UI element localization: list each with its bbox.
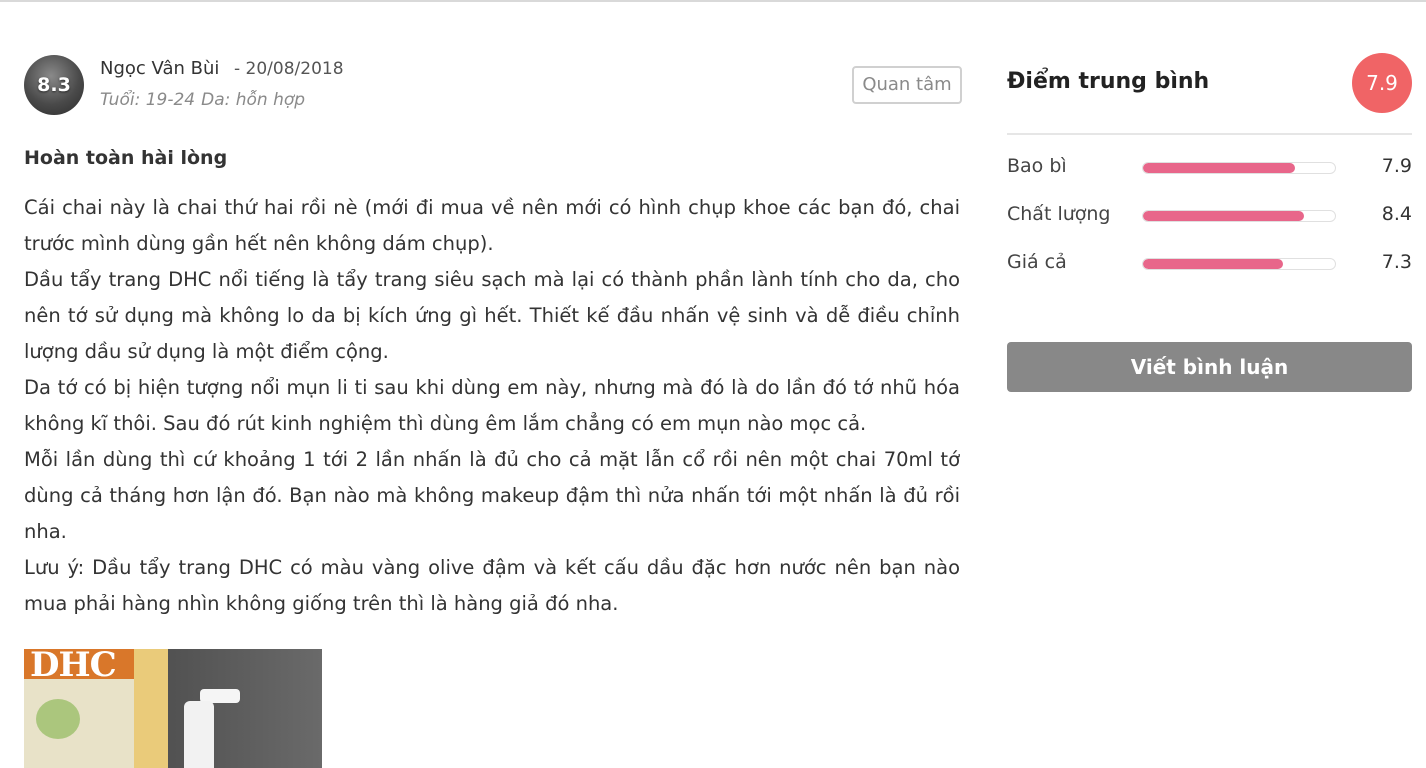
average-score-title: Điểm trung bình [1007,69,1210,94]
product-label-graphic [36,699,80,739]
top-divider [0,0,1426,2]
bottle [184,701,214,768]
average-score-badge: 7.9 [1352,53,1412,113]
criterion-label: Bao bì [1007,155,1067,177]
reviewer-skin-type: Da: hỗn hợp [201,90,306,110]
criterion-bar [1142,258,1336,270]
criterion-bar [1142,210,1336,222]
review-paragraph: Lưu ý: Dầu tẩy trang DHC có màu vàng oli… [24,556,960,615]
review-paragraph: Dầu tẩy trang DHC nổi tiếng là tẩy trang… [24,268,960,363]
criterion-bar-fill [1143,211,1305,221]
product-logo: DHC [30,649,117,685]
review-photo[interactable]: DHC [24,649,322,768]
reviewer-age: Tuổi: 19-24 [100,90,196,110]
criterion-label: Chất lượng [1007,203,1111,225]
criterion-bar [1142,162,1336,174]
write-review-button[interactable]: Viết bình luận [1007,342,1412,392]
criterion-price: Giá cả 7.3 [1007,249,1412,279]
criterion-quality: Chất lượng 8.4 [1007,201,1412,231]
criterion-value: 7.9 [1381,155,1412,177]
review-title: Hoàn toàn hài lòng [24,147,228,169]
criterion-packaging: Bao bì 7.9 [1007,153,1412,183]
rating-divider [1007,133,1412,135]
follow-button[interactable]: Quan tâm [852,66,962,104]
review-paragraph: Mỗi lần dùng thì cứ khoảng 1 tới 2 lần n… [24,448,960,543]
criterion-value: 7.3 [1381,251,1412,273]
reviewer-score: 8.3 [37,74,71,96]
criterion-bar-fill [1143,163,1295,173]
review-paragraph: Da tớ có bị hiện tượng nổi mụn li ti sau… [24,376,960,435]
criterion-bar-fill [1143,259,1284,269]
avatar[interactable]: 8.3 [24,55,84,115]
criterion-value: 8.4 [1381,203,1412,225]
review-paragraph: Cái chai này là chai thứ hai rồi nè (mới… [24,196,960,255]
criterion-label: Giá cả [1007,251,1067,273]
reviewer-meta: Tuổi: 19-24 Da: hỗn hợp [100,90,305,110]
product-box-side [134,649,168,768]
username-link[interactable]: Ngọc Vân Bùi [100,58,219,79]
review-body: Cái chai này là chai thứ hai rồi nè (mới… [24,190,960,622]
review-date: - 20/08/2018 [234,59,344,79]
